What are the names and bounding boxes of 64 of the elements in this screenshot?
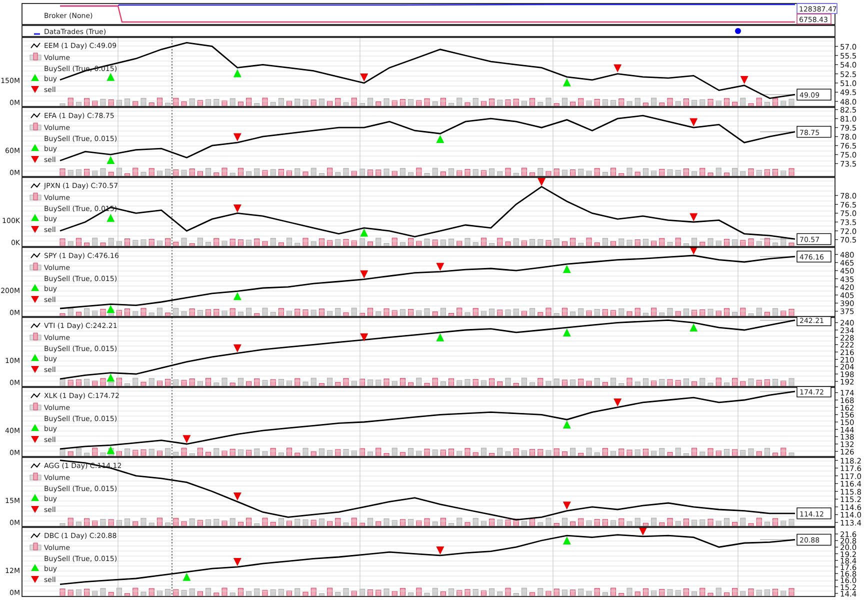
trade-dot xyxy=(735,28,741,34)
sell-marker-icon xyxy=(233,133,242,142)
sell-marker-icon xyxy=(538,178,546,186)
sell-marker-icon xyxy=(614,398,622,406)
buy-marker-icon xyxy=(106,446,115,454)
sell-marker-icon xyxy=(690,213,698,222)
sell-marker-icon xyxy=(31,576,39,583)
buy-marker-icon xyxy=(233,69,242,78)
buy-marker-icon xyxy=(31,74,39,81)
sell-marker-icon xyxy=(360,333,368,342)
sell-marker-icon xyxy=(31,436,39,443)
legend-line-icon xyxy=(30,252,40,258)
sell-marker-icon xyxy=(31,506,39,513)
sell-marker-icon xyxy=(31,226,39,233)
sell-marker-icon xyxy=(31,156,39,163)
sell-marker-icon xyxy=(436,262,444,271)
sell-marker-icon xyxy=(31,366,39,373)
sell-marker-icon xyxy=(31,296,39,303)
legend-line-icon xyxy=(34,33,40,35)
sell-marker-icon xyxy=(233,492,242,501)
sell-marker-icon xyxy=(182,435,191,444)
sell-marker-icon xyxy=(562,502,571,510)
sell-marker-icon xyxy=(233,344,242,352)
sell-marker-icon xyxy=(233,204,242,212)
buy-marker-icon xyxy=(31,494,39,501)
buy-marker-icon xyxy=(690,324,698,332)
legend-line-icon xyxy=(30,462,40,468)
buy-marker-icon xyxy=(233,292,242,300)
buy-marker-icon xyxy=(31,424,39,431)
legend-line-icon xyxy=(30,392,40,398)
buy-marker-icon xyxy=(106,214,115,222)
buy-marker-icon xyxy=(562,420,571,428)
sell-marker-icon xyxy=(360,270,368,278)
buy-marker-icon xyxy=(182,572,191,581)
buy-marker-icon xyxy=(31,564,39,571)
sell-marker-icon xyxy=(638,527,647,536)
buy-marker-icon xyxy=(360,228,368,237)
legend-line-icon xyxy=(30,112,40,118)
buy-marker-icon xyxy=(562,536,571,545)
legend-line-icon xyxy=(30,322,40,328)
legend-line-icon xyxy=(30,532,40,538)
buy-marker-icon xyxy=(436,135,444,143)
buy-marker-icon xyxy=(562,265,571,274)
buy-marker-icon xyxy=(31,354,39,361)
buy-marker-icon xyxy=(31,214,39,221)
buy-marker-icon xyxy=(106,72,115,81)
sell-marker-icon xyxy=(614,64,622,72)
sell-marker-icon xyxy=(690,118,698,126)
buy-marker-icon xyxy=(106,305,115,314)
legend-line-icon xyxy=(30,182,40,188)
buy-marker-icon xyxy=(31,144,39,151)
sell-marker-icon xyxy=(360,74,368,82)
sell-marker-icon xyxy=(31,86,39,93)
buy-marker-icon xyxy=(106,374,115,382)
sell-marker-icon xyxy=(436,546,444,554)
buy-marker-icon xyxy=(562,328,571,336)
sell-marker-icon xyxy=(740,76,748,84)
buy-marker-icon xyxy=(31,284,39,291)
legend-line-icon xyxy=(30,42,40,48)
sell-marker-icon xyxy=(233,558,242,566)
buy-marker-icon xyxy=(436,333,444,342)
buy-marker-icon xyxy=(562,78,571,86)
buy-marker-icon xyxy=(106,156,115,164)
sell-marker-icon xyxy=(690,247,698,255)
